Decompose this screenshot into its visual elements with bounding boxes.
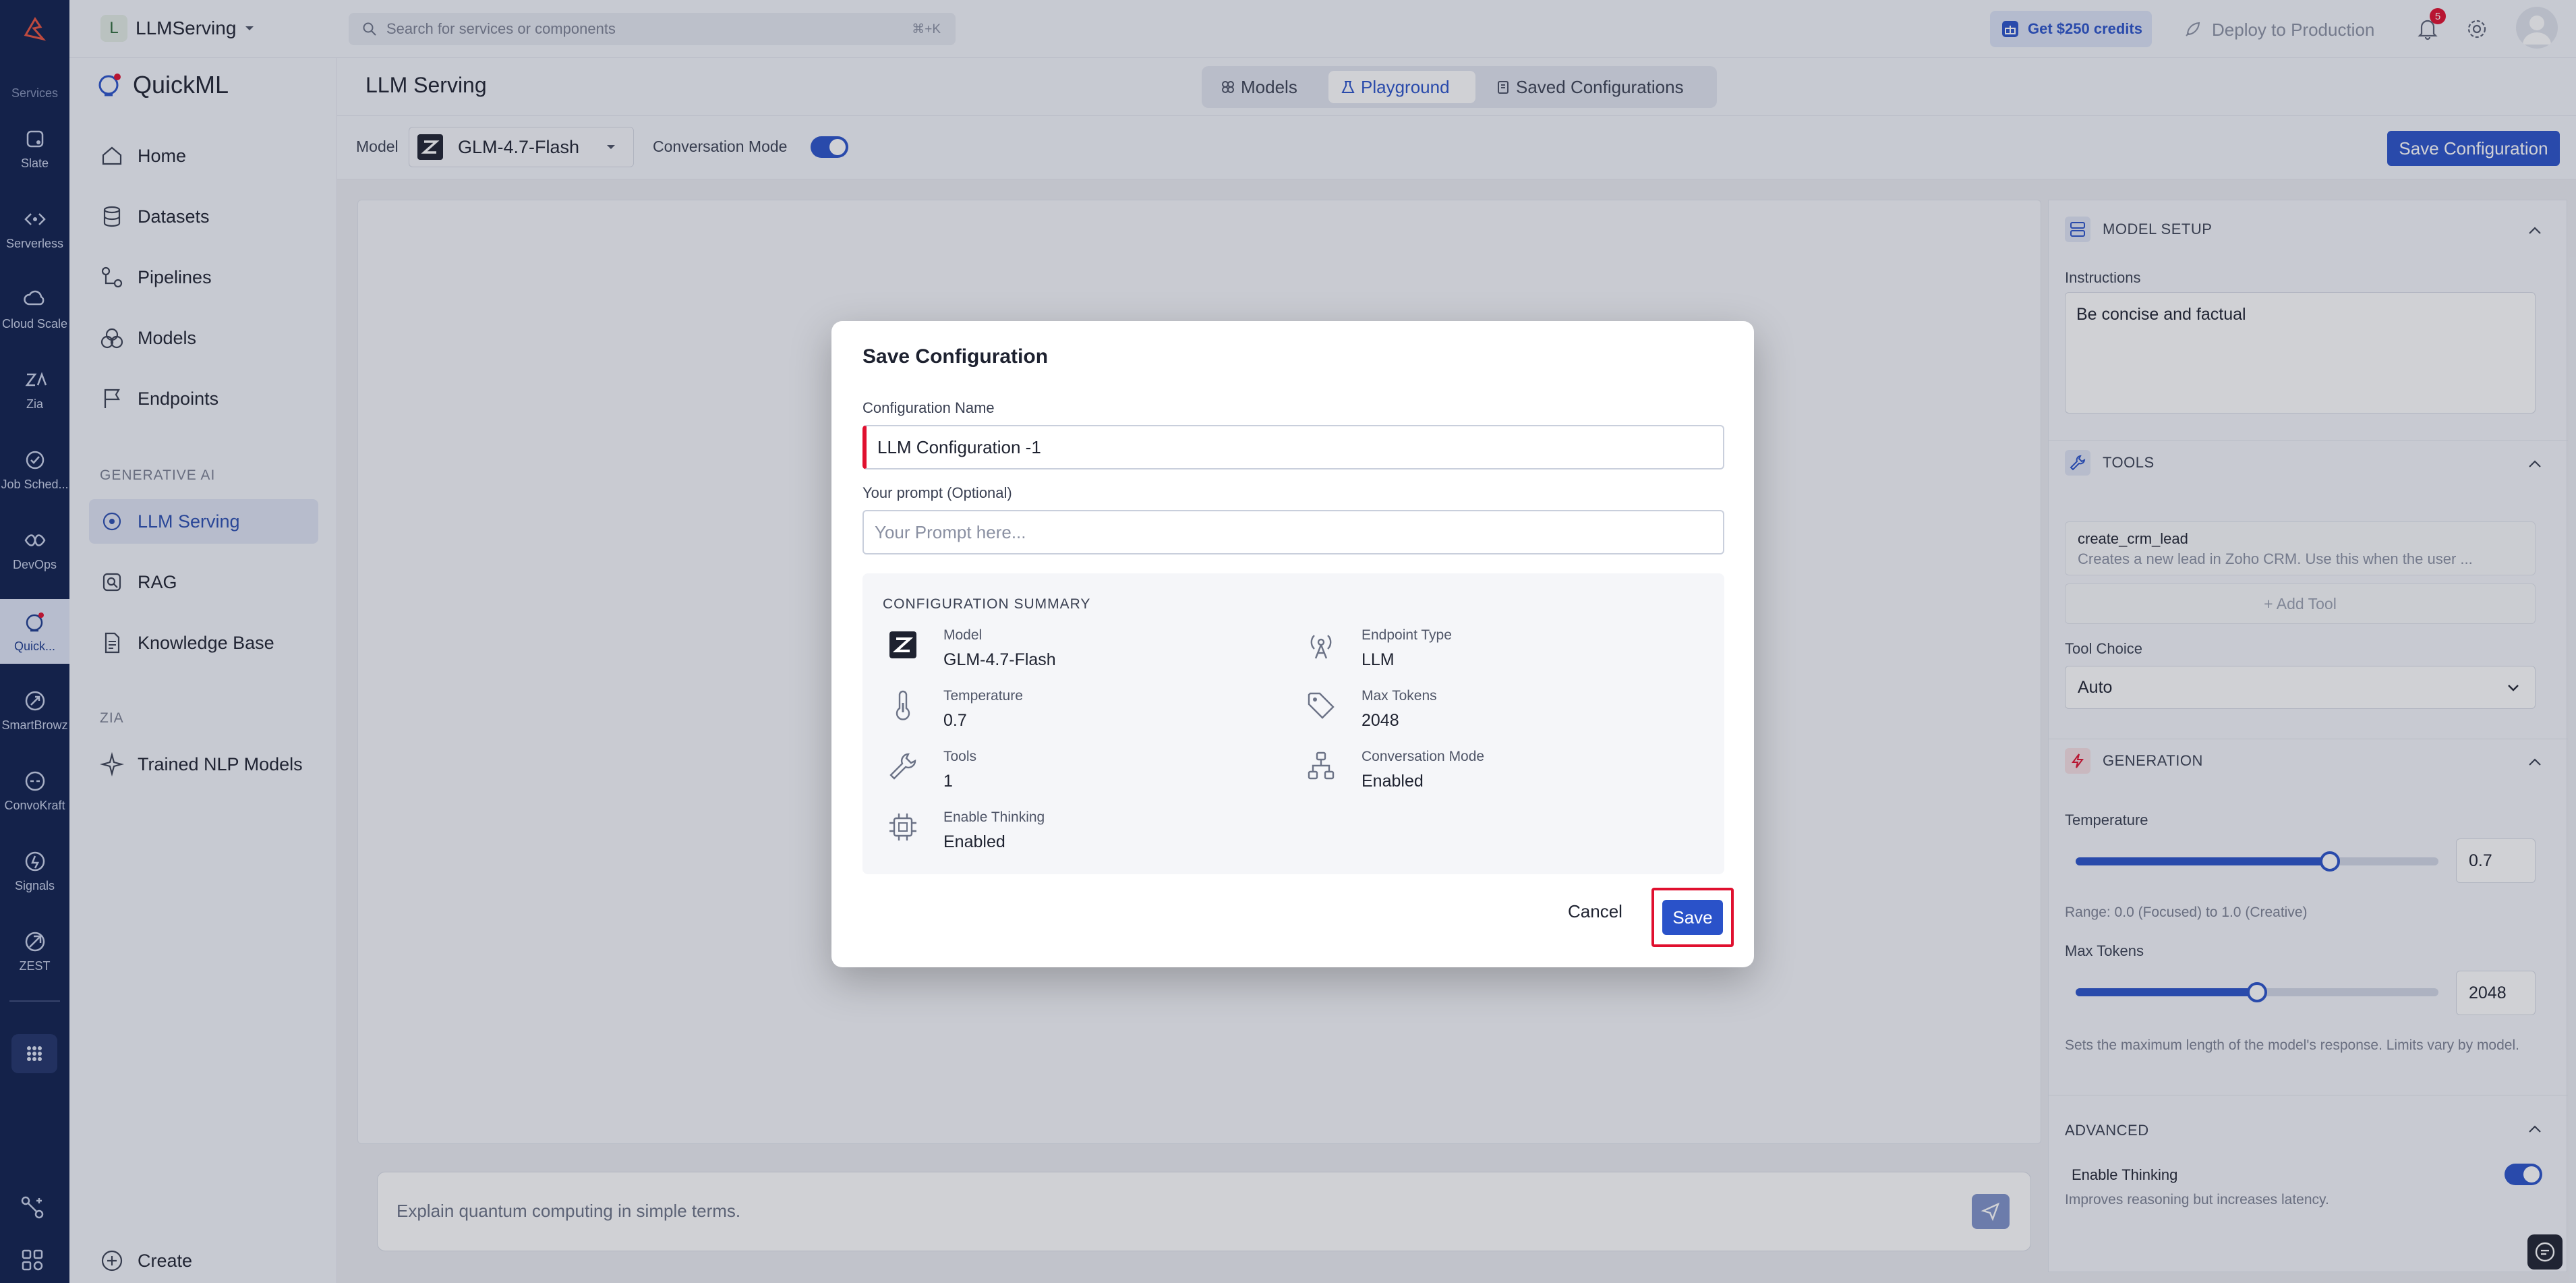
summary-model: Model GLM-4.7-Flash <box>885 627 1056 670</box>
summary-label: Tools <box>943 749 977 764</box>
zhipu-logo-icon <box>889 631 916 658</box>
summary-label: Conversation Mode <box>1362 749 1485 764</box>
tag-icon <box>1308 692 1335 719</box>
summary-max-tokens: Max Tokens 2048 <box>1304 688 1437 731</box>
prompt-input[interactable]: Your Prompt here... <box>862 510 1724 554</box>
summary-conversation-mode: Conversation Mode Enabled <box>1304 749 1484 791</box>
cancel-button[interactable]: Cancel <box>1568 901 1622 922</box>
summary-label: Max Tokens <box>1362 688 1437 704</box>
summary-label: Temperature <box>943 688 1023 704</box>
save-button[interactable]: Save <box>1662 900 1723 935</box>
wrench-icon <box>889 753 916 780</box>
summary-title: CONFIGURATION SUMMARY <box>883 596 1091 612</box>
org-chart-icon <box>1308 751 1335 780</box>
antenna-icon <box>1310 635 1332 659</box>
summary-value: 2048 <box>1362 711 1399 730</box>
summary-label: Endpoint Type <box>1362 627 1452 643</box>
summary-value: 1 <box>943 772 953 791</box>
summary-value: 0.7 <box>943 711 967 730</box>
cpu-icon <box>889 814 916 840</box>
summary-value: GLM-4.7-Flash <box>943 650 1056 669</box>
summary-label: Enable Thinking <box>943 809 1045 825</box>
summary-endpoint-type: Endpoint Type LLM <box>1304 627 1452 670</box>
summary-enable-thinking: Enable Thinking Enabled <box>885 809 1045 852</box>
summary-value: Enabled <box>943 832 1005 851</box>
summary-value: Enabled <box>1362 772 1424 791</box>
thermometer-icon <box>896 690 910 720</box>
config-name-input[interactable]: LLM Configuration -1 <box>862 425 1724 469</box>
summary-value: LLM <box>1362 650 1395 669</box>
configuration-summary: CONFIGURATION SUMMARY Model GLM-4.7-Flash… <box>862 573 1724 874</box>
config-name-label: Configuration Name <box>862 399 995 416</box>
save-configuration-dialog: Save Configuration Configuration Name LL… <box>831 321 1754 967</box>
dialog-title: Save Configuration <box>862 345 1049 368</box>
summary-temperature: Temperature 0.7 <box>885 688 1023 731</box>
prompt-label: Your prompt (Optional) <box>862 484 1012 501</box>
summary-tools: Tools 1 <box>885 749 976 791</box>
summary-label: Model <box>943 627 983 643</box>
